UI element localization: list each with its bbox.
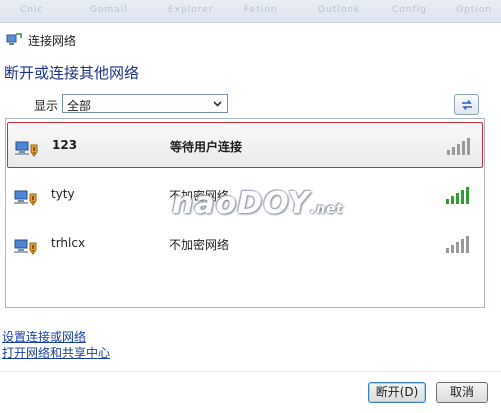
- watermark-suffix: .net: [310, 202, 344, 217]
- window-title: 连接网络: [28, 34, 77, 48]
- top-strip-item: Fetion: [244, 5, 278, 15]
- network-status: 不加密网络: [169, 238, 230, 252]
- top-strip-item: Cnic: [20, 5, 44, 15]
- refresh-button[interactable]: [454, 94, 479, 115]
- network-icon: [6, 33, 22, 45]
- signal-strength-icon: [446, 187, 469, 204]
- setup-connection-link[interactable]: 设置连接或网络: [2, 328, 86, 345]
- unsecured-network-icon: [14, 190, 37, 206]
- network-status: 等待用户连接: [170, 140, 243, 154]
- unsecured-network-icon: [15, 141, 38, 157]
- filter-label: 显示: [34, 99, 59, 113]
- network-name: tyty: [51, 187, 75, 201]
- watermark: naoDOY.net: [172, 186, 343, 221]
- refresh-icon: [462, 100, 472, 110]
- network-name: 123: [52, 138, 78, 152]
- top-strip-item: Outlook: [318, 5, 361, 15]
- cancel-button[interactable]: 取消: [436, 382, 488, 403]
- top-strip-item: Config: [392, 5, 427, 15]
- network-row[interactable]: 123 等待用户连接: [7, 122, 483, 168]
- signal-strength-icon: [446, 236, 469, 253]
- top-strip-item: Explorer: [168, 5, 214, 15]
- network-row[interactable]: trhlcx 不加密网络: [7, 221, 483, 267]
- unsecured-network-icon: [14, 239, 37, 255]
- watermark-main: naoDOY: [172, 186, 311, 221]
- disconnect-button[interactable]: 断开(D): [368, 382, 426, 403]
- top-strip-item: Gomail: [90, 5, 128, 15]
- chevron-down-icon: [213, 101, 222, 107]
- top-strip-item: Option: [456, 5, 493, 15]
- signal-strength-icon: [447, 138, 470, 155]
- filter-selected-value: 全部: [67, 99, 92, 113]
- filter-dropdown[interactable]: 全部: [62, 94, 228, 113]
- page-heading: 断开或连接其他网络: [4, 64, 140, 82]
- top-strip: Cnic Gomail Explorer Fetion Outlook Conf…: [0, 0, 501, 23]
- footer-divider: [0, 371, 501, 372]
- network-name: trhlcx: [51, 236, 86, 250]
- network-center-link[interactable]: 打开网络和共享中心: [2, 344, 110, 361]
